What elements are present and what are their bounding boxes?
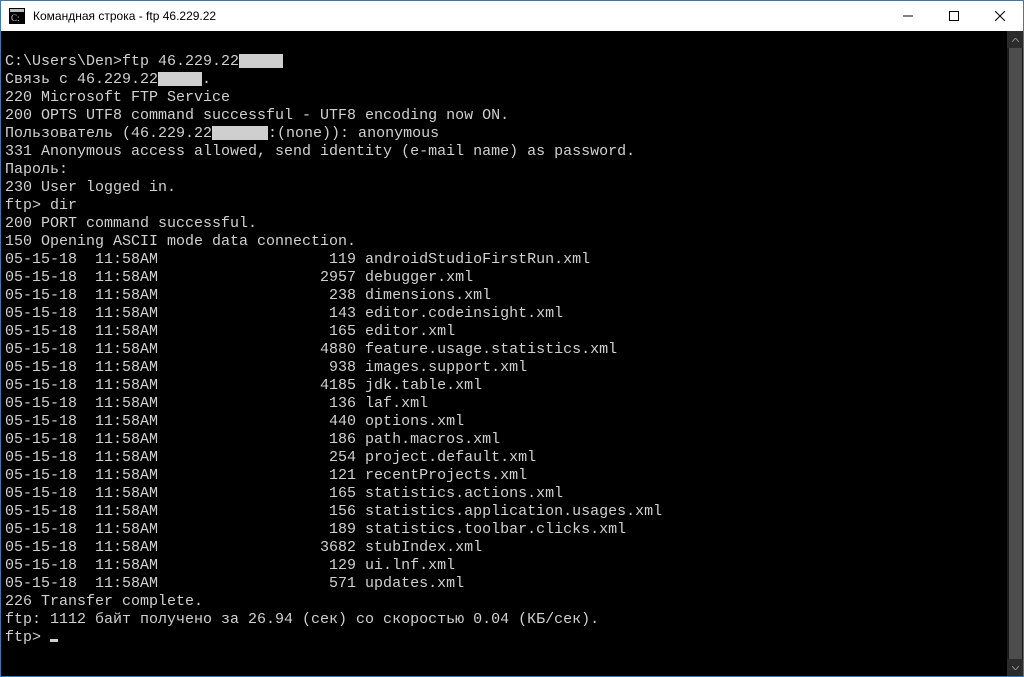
terminal-viewport[interactable]: C:\Users\Den>ftp 46.229.22 Связь с 46.22… xyxy=(1,31,1023,676)
scrollbar-up-button[interactable] xyxy=(1007,31,1023,48)
window-title: Командная строка - ftp 46.229.22 xyxy=(33,9,216,23)
close-button[interactable] xyxy=(977,1,1023,31)
cmd-icon: C: xyxy=(9,8,25,24)
minimize-button[interactable] xyxy=(885,1,931,31)
terminal-client-area: C:\Users\Den>ftp 46.229.22 Связь с 46.22… xyxy=(1,31,1023,676)
chevron-down-icon xyxy=(1012,666,1019,670)
titlebar[interactable]: C: Командная строка - ftp 46.229.22 xyxy=(1,1,1023,31)
vertical-scrollbar[interactable] xyxy=(1007,31,1023,676)
svg-text:C:: C: xyxy=(11,13,20,23)
minimize-icon xyxy=(903,11,913,21)
command-prompt-window: C: Командная строка - ftp 46.229.22 xyxy=(0,0,1024,677)
window-controls xyxy=(885,1,1023,31)
chevron-up-icon xyxy=(1012,38,1019,42)
text-cursor xyxy=(50,639,58,642)
scrollbar-thumb[interactable] xyxy=(1009,48,1022,659)
terminal-output[interactable]: C:\Users\Den>ftp 46.229.22 Связь с 46.22… xyxy=(1,31,1023,651)
maximize-icon xyxy=(949,11,959,21)
scrollbar-down-button[interactable] xyxy=(1007,659,1023,676)
maximize-button[interactable] xyxy=(931,1,977,31)
close-icon xyxy=(995,11,1005,21)
